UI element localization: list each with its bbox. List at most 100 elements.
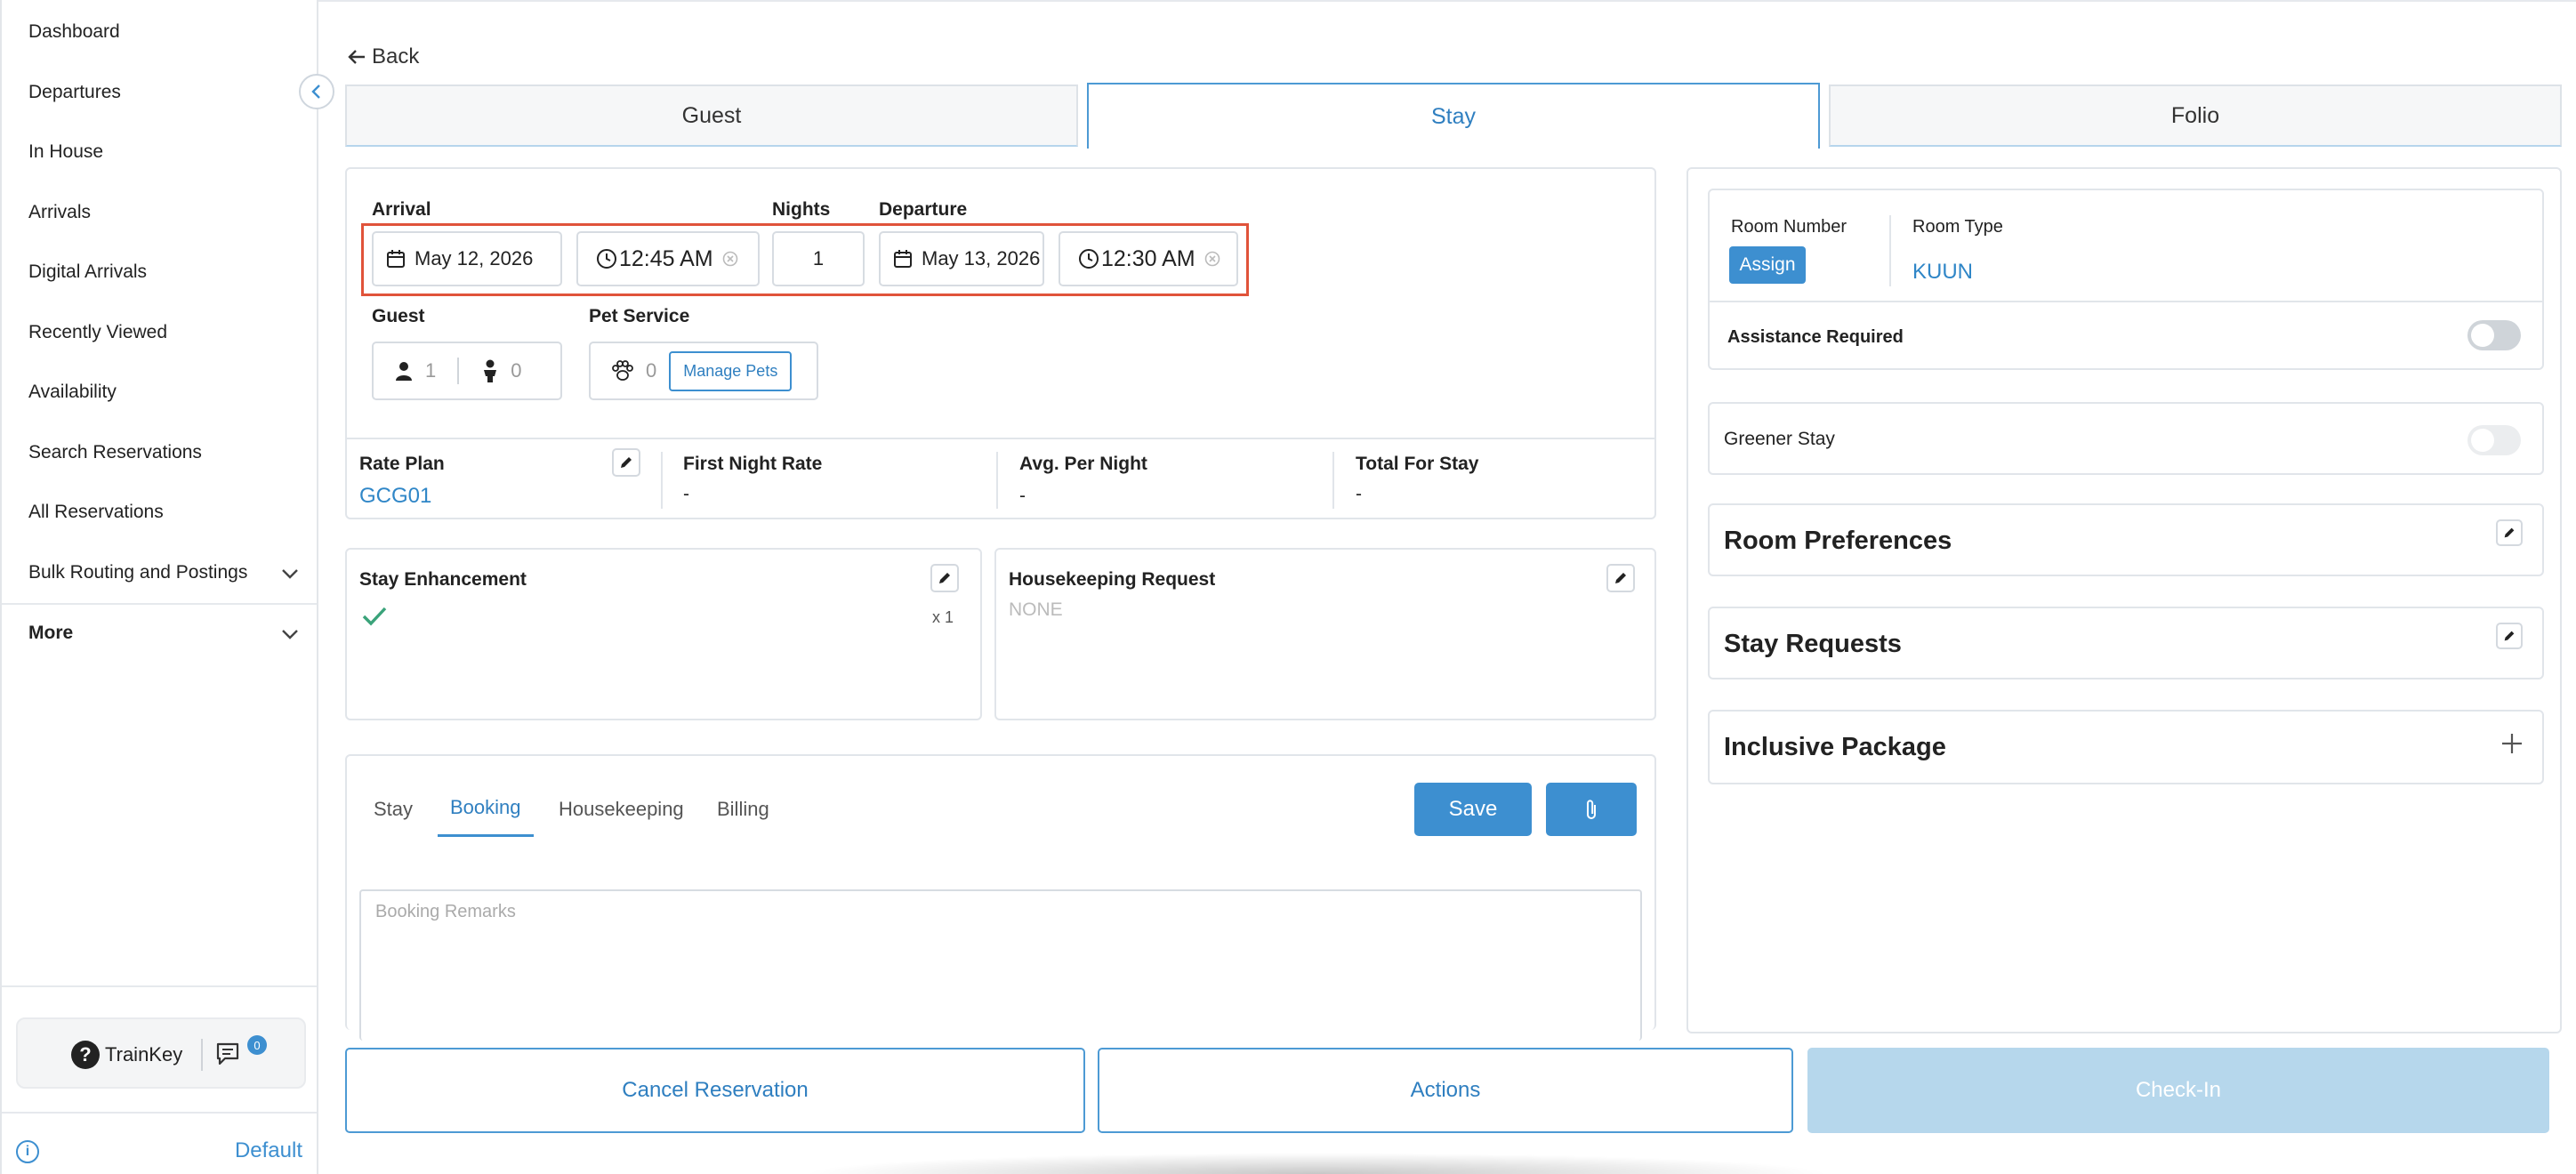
greener-stay-toggle[interactable]: [2467, 425, 2521, 455]
edit-stay-enhancement-button[interactable]: [930, 564, 959, 592]
room-type-label: Room Type: [1912, 217, 2003, 237]
rate-col-divider: [996, 452, 998, 509]
date-time-highlight-box: [361, 223, 1249, 296]
pencil-icon: [1615, 573, 1626, 583]
child-icon: [484, 359, 497, 382]
assign-room-button[interactable]: Assign: [1729, 246, 1806, 284]
stay-enhancement-card: Stay Enhancement x 1: [345, 548, 982, 720]
sidebar-item-bulk-routing[interactable]: Bulk Routing and Postings: [28, 562, 247, 583]
attach-button[interactable]: [1546, 783, 1637, 836]
top-border: [318, 0, 2576, 2]
remarks-tab-booking[interactable]: Booking: [450, 796, 521, 819]
pets-count: 0: [646, 359, 657, 382]
sidebar-item-arrivals[interactable]: Arrivals: [28, 202, 91, 223]
edit-stay-requests-button[interactable]: [2496, 623, 2523, 649]
actions-button[interactable]: Actions: [1098, 1048, 1793, 1133]
housekeeping-request-card: Housekeeping Request NONE: [994, 548, 1656, 720]
remarks-card: Stay Booking Housekeeping Billing Save B…: [345, 754, 1656, 1041]
sidebar-item-recently-viewed[interactable]: Recently Viewed: [28, 322, 167, 343]
active-tab-underline: [438, 834, 534, 837]
trainkey-label: TrainKey: [105, 1043, 183, 1065]
sidebar-item-more[interactable]: More: [28, 623, 73, 644]
remarks-tab-stay[interactable]: Stay: [374, 798, 413, 821]
trainkey-divider: [201, 1039, 203, 1071]
booking-remarks-placeholder: Booking Remarks: [375, 902, 516, 921]
greener-stay-card: Greener Stay: [1708, 402, 2544, 475]
chat-count-badge: 0: [247, 1035, 267, 1055]
room-divider: [1710, 301, 2542, 302]
children-count: 0: [511, 359, 522, 382]
room-number-label: Room Number: [1731, 217, 1847, 237]
stay-requests-title: Stay Requests: [1724, 630, 1902, 658]
sidebar-item-in-house[interactable]: In House: [28, 141, 103, 163]
sidebar-item-search-reservations[interactable]: Search Reservations: [28, 442, 202, 463]
check-in-button[interactable]: Check-In: [1807, 1048, 2549, 1133]
property-default-link[interactable]: Default: [235, 1138, 302, 1163]
rates-divider: [347, 438, 1654, 439]
first-night-rate-label: First Night Rate: [683, 454, 823, 474]
rate-plan-label: Rate Plan: [359, 454, 445, 474]
arrival-label: Arrival: [372, 199, 431, 220]
tab-guest[interactable]: Guest: [345, 84, 1078, 147]
pet-count-field: 0 Manage Pets: [589, 342, 818, 400]
plus-icon[interactable]: [2500, 731, 2524, 756]
sidebar: Dashboard Departures In House Arrivals D…: [0, 0, 318, 1174]
sidebar-item-digital-arrivals[interactable]: Digital Arrivals: [28, 261, 147, 283]
remarks-tab-housekeeping[interactable]: Housekeeping: [559, 798, 684, 821]
edit-rate-plan-button[interactable]: [612, 448, 640, 477]
sidebar-collapse-button[interactable]: [299, 74, 334, 109]
adults-count: 1: [425, 359, 437, 382]
trainkey-panel[interactable]: ? TrainKey 0: [16, 1017, 306, 1089]
manage-pets-button[interactable]: Manage Pets: [669, 350, 793, 391]
arrow-left-icon: [348, 50, 365, 64]
edit-housekeeping-button[interactable]: [1606, 564, 1635, 592]
pencil-icon: [621, 457, 632, 468]
paperclip-icon: [1587, 800, 1596, 819]
rate-col-divider: [1332, 452, 1334, 509]
info-icon[interactable]: i: [16, 1140, 39, 1163]
guest-divider: [457, 358, 460, 384]
pencil-icon: [2504, 527, 2515, 538]
stay-requests-card[interactable]: Stay Requests: [1708, 607, 2544, 679]
sidebar-item-all-reservations[interactable]: All Reservations: [28, 502, 164, 523]
toggle-knob: [2471, 324, 2494, 347]
toggle-knob: [2471, 429, 2494, 452]
rate-plan-value[interactable]: GCG01: [359, 484, 431, 509]
room-assignment-card: Room Number Room Type KUUN Assistance Re…: [1708, 189, 2544, 370]
paw-icon: [612, 360, 633, 381]
room-preferences-card[interactable]: Room Preferences: [1708, 503, 2544, 576]
save-button[interactable]: Save: [1414, 783, 1532, 836]
stay-details-card: Arrival Nights Departure May 12, 2026 12…: [345, 167, 1656, 519]
room-type-value[interactable]: KUUN: [1912, 260, 1973, 285]
total-for-stay-label: Total For Stay: [1356, 454, 1479, 474]
guest-count-field[interactable]: 1 0: [372, 342, 562, 400]
first-night-rate-value: -: [683, 484, 689, 504]
room-preferences-title: Room Preferences: [1724, 527, 1952, 555]
back-label: Back: [372, 44, 420, 68]
sidebar-item-availability[interactable]: Availability: [28, 382, 117, 403]
inclusive-package-title: Inclusive Package: [1724, 733, 1946, 761]
chat-icon[interactable]: [215, 1041, 242, 1067]
avg-per-night-value: -: [1019, 486, 1026, 506]
tab-stay[interactable]: Stay: [1087, 83, 1820, 149]
tab-folio[interactable]: Folio: [1829, 84, 2562, 147]
sidebar-item-dashboard[interactable]: Dashboard: [28, 21, 120, 43]
sidebar-item-departures[interactable]: Departures: [28, 82, 121, 103]
bottom-shadow: [801, 1153, 1832, 1174]
nav-divider: [2, 603, 317, 605]
nights-label: Nights: [772, 199, 831, 220]
avg-per-night-label: Avg. Per Night: [1019, 454, 1147, 474]
remarks-tab-billing[interactable]: Billing: [717, 798, 769, 821]
edit-room-preferences-button[interactable]: [2496, 519, 2523, 546]
housekeeping-request-value: NONE: [1009, 599, 1063, 620]
chevron-down-icon[interactable]: [279, 623, 301, 645]
guest-label: Guest: [372, 306, 425, 326]
back-link[interactable]: Back: [347, 44, 419, 69]
chevron-left-icon: [311, 84, 320, 99]
assistance-required-toggle[interactable]: [2467, 320, 2521, 350]
pencil-icon: [939, 573, 950, 583]
chevron-down-icon[interactable]: [279, 563, 301, 584]
booking-remarks-textarea[interactable]: Booking Remarks: [359, 889, 1642, 1041]
inclusive-package-card[interactable]: Inclusive Package: [1708, 710, 2544, 784]
cancel-reservation-button[interactable]: Cancel Reservation: [345, 1048, 1085, 1133]
